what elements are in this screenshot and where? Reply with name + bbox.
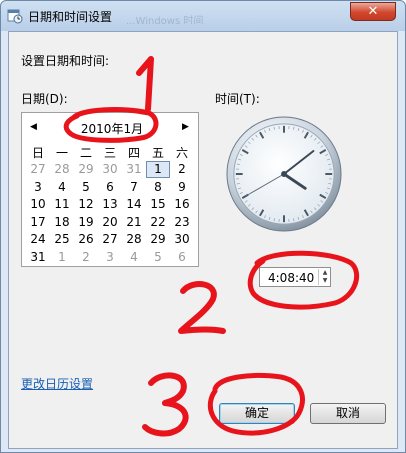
calendar-day[interactable]: 17 xyxy=(26,214,50,231)
calendar-day[interactable]: 18 xyxy=(50,214,74,231)
next-month-icon[interactable]: ▶ xyxy=(182,122,189,132)
calendar-day[interactable]: 30 xyxy=(98,161,122,178)
date-label: 日期(D): xyxy=(21,92,68,106)
calendar-day[interactable]: 5 xyxy=(74,179,98,196)
calendar-day[interactable]: 12 xyxy=(74,196,98,213)
background-window-title: ...Windows 时间 xyxy=(126,16,204,24)
calendar-day[interactable]: 29 xyxy=(146,231,170,248)
time-spinner[interactable]: ▲ ▼ xyxy=(318,269,331,285)
spin-up-icon[interactable]: ▲ xyxy=(319,269,331,277)
calendar-day[interactable]: 11 xyxy=(50,196,74,213)
calendar-day[interactable]: 29 xyxy=(74,161,98,178)
calendar-day[interactable]: 5 xyxy=(146,249,170,266)
calendar-day[interactable]: 6 xyxy=(170,249,194,266)
calendar-clock-icon xyxy=(7,9,23,24)
calendar-day[interactable]: 14 xyxy=(122,196,146,213)
calendar-day[interactable]: 7 xyxy=(122,179,146,196)
calendar-day[interactable]: 6 xyxy=(98,179,122,196)
calendar-day[interactable]: 3 xyxy=(26,179,50,196)
change-calendar-settings-link[interactable]: 更改日历设置 xyxy=(21,375,93,392)
title-bar[interactable]: 日期和时间设置 ...Windows 时间 ✕ xyxy=(1,1,405,31)
weekday-header: 三 xyxy=(103,146,116,160)
calendar-day[interactable]: 22 xyxy=(146,214,170,231)
window-title: 日期和时间设置 xyxy=(28,10,113,24)
calendar-day[interactable]: 30 xyxy=(170,231,194,248)
calendar-day[interactable]: 27 xyxy=(98,231,122,248)
time-field[interactable]: 4:08:40 ▲ ▼ xyxy=(259,267,331,287)
calendar-day[interactable]: 1 xyxy=(146,161,170,178)
calendar-day[interactable]: 3 xyxy=(98,249,122,266)
analog-clock xyxy=(226,116,342,232)
calendar-day[interactable]: 24 xyxy=(26,231,50,248)
calendar-day[interactable]: 21 xyxy=(122,214,146,231)
calendar-day[interactable]: 28 xyxy=(50,161,74,178)
calendar-day[interactable]: 2 xyxy=(74,249,98,266)
calendar-day[interactable]: 4 xyxy=(50,179,74,196)
calendar-day[interactable]: 31 xyxy=(26,249,50,266)
calendar-day[interactable]: 16 xyxy=(170,196,194,213)
calendar-day[interactable]: 1 xyxy=(50,249,74,266)
calendar-day[interactable]: 15 xyxy=(146,196,170,213)
weekday-header: 日 xyxy=(31,146,44,160)
calendar-day[interactable]: 8 xyxy=(146,179,170,196)
time-value[interactable]: 4:08:40 xyxy=(268,271,314,285)
calendar-day[interactable]: 25 xyxy=(50,231,74,248)
calendar-day[interactable]: 9 xyxy=(170,179,194,196)
calendar-day[interactable]: 28 xyxy=(122,231,146,248)
close-icon: ✕ xyxy=(367,4,379,19)
prev-month-icon[interactable]: ◀ xyxy=(30,122,37,132)
calendar-month-title[interactable]: 2010年1月 xyxy=(62,120,162,137)
calendar-day[interactable]: 31 xyxy=(122,161,146,178)
dialog-body: 设置日期和时间: 日期(D): 时间(T): ◀ 2010年1月 ▶ 日一二三四… xyxy=(8,31,398,449)
weekday-header: 二 xyxy=(79,146,92,160)
calendar-day[interactable]: 26 xyxy=(74,231,98,248)
calendar-day[interactable]: 10 xyxy=(26,196,50,213)
spin-down-icon[interactable]: ▼ xyxy=(319,277,331,285)
time-label: 时间(T): xyxy=(215,92,260,106)
cancel-button[interactable]: 取消 xyxy=(310,403,386,424)
calendar-day[interactable]: 23 xyxy=(170,214,194,231)
date-time-settings-window: 日期和时间设置 ...Windows 时间 ✕ 设置日期和时间: 日期(D): … xyxy=(0,0,406,453)
calendar-day[interactable]: 13 xyxy=(98,196,122,213)
weekday-header: 五 xyxy=(151,146,164,160)
weekday-header: 六 xyxy=(175,146,188,160)
calendar[interactable]: ◀ 2010年1月 ▶ 日一二三四五六 27 28 29 30 31 1 2 3 4 5 6 7 8 9 10… xyxy=(21,112,199,267)
calendar-day[interactable]: 20 xyxy=(98,214,122,231)
calendar-day[interactable]: 19 xyxy=(74,214,98,231)
calendar-day[interactable]: 4 xyxy=(122,249,146,266)
weekday-header: 一 xyxy=(55,146,68,160)
set-date-time-heading: 设置日期和时间: xyxy=(21,54,110,68)
calendar-day[interactable]: 27 xyxy=(26,161,50,178)
calendar-day[interactable]: 2 xyxy=(170,161,194,178)
ok-button[interactable]: 确定 xyxy=(219,403,295,424)
weekday-header: 四 xyxy=(127,146,140,160)
close-button[interactable]: ✕ xyxy=(350,2,396,21)
